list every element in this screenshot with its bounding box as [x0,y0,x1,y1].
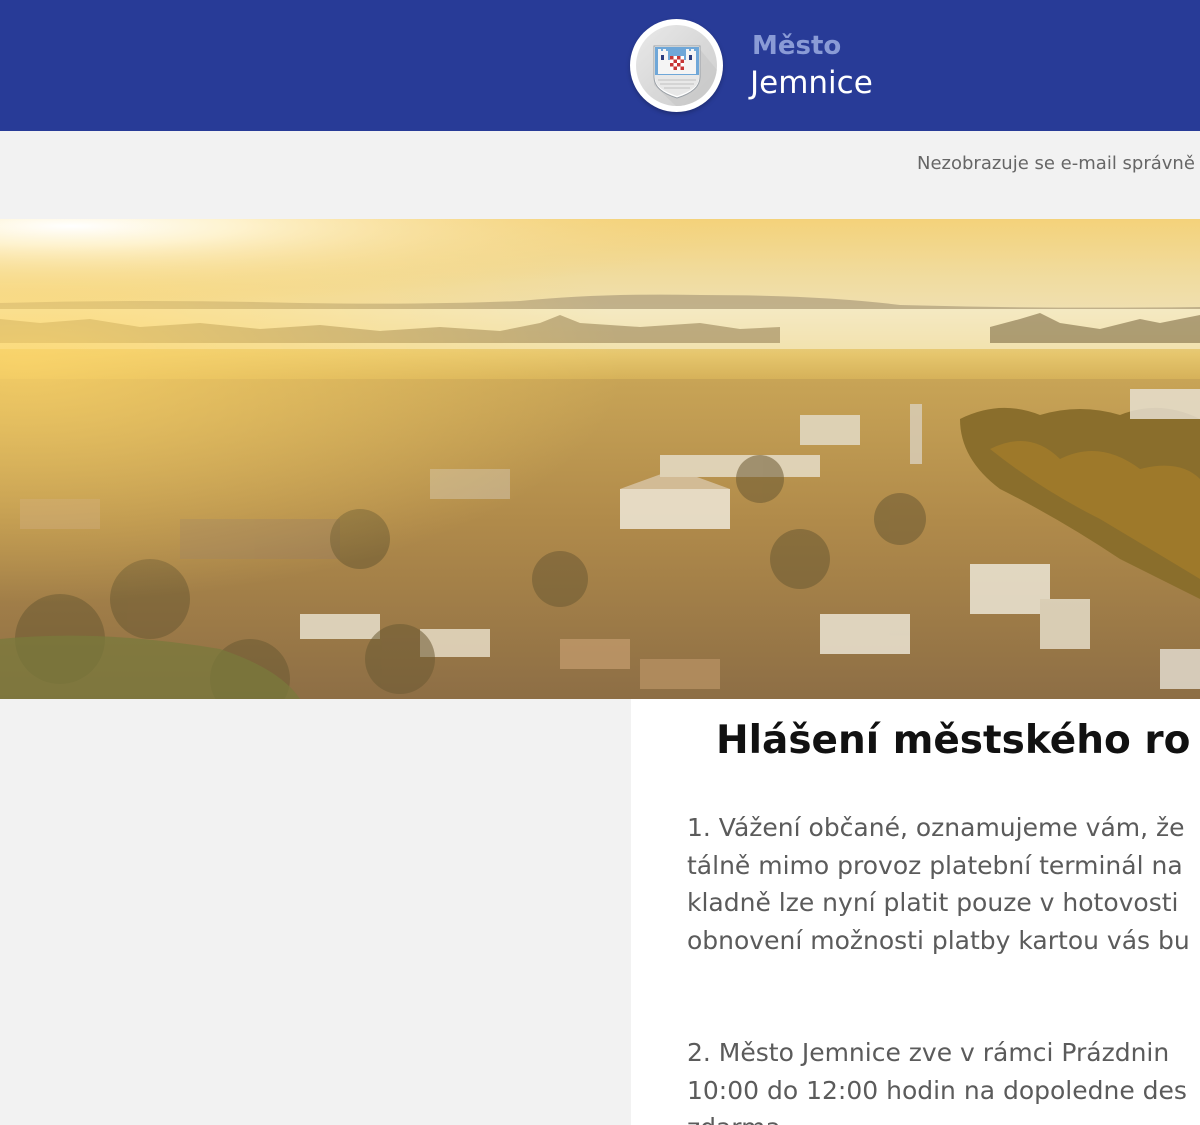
announcement-title: Hlášení městského ro [716,718,1191,763]
coat-of-arms-icon [636,25,717,106]
announcement-paragraph-2: 2. Město Jemnice zve v rámci Prázdnin 10… [687,1034,1187,1125]
paragraph-line: kladně lze nyní platit pouze v hotovosti [687,888,1179,917]
site-header: Město Jemnice [0,0,1200,131]
paragraph-line: 10:00 do 12:00 hodin na dopoledne des [687,1075,1187,1105]
announcement-panel: Hlášení městského ro 1. Vážení občané, o… [631,699,1200,1125]
paragraph-line: zdarma. [687,1109,1187,1125]
paragraph-line: 2. Město Jemnice zve v rámci Prázdnin [687,1038,1170,1067]
hero-image [0,219,1200,699]
brand-label-mesto[interactable]: Město [752,31,841,61]
view-in-browser-link[interactable]: Nezobrazuje se e-mail správně [917,153,1195,175]
brand-label-town-name[interactable]: Jemnice [750,64,873,102]
logo-link[interactable] [630,19,723,112]
announcement-paragraph-1: 1. Vážení občané, oznamujeme vám, že tál… [687,809,1190,959]
paragraph-line: 1. Vážení občané, oznamujeme vám, že [687,813,1185,842]
paragraph-line: obnovení možnosti platby kartou vás bu [687,925,1190,955]
paragraph-line: tálně mimo provoz platební terminál na [687,850,1183,880]
